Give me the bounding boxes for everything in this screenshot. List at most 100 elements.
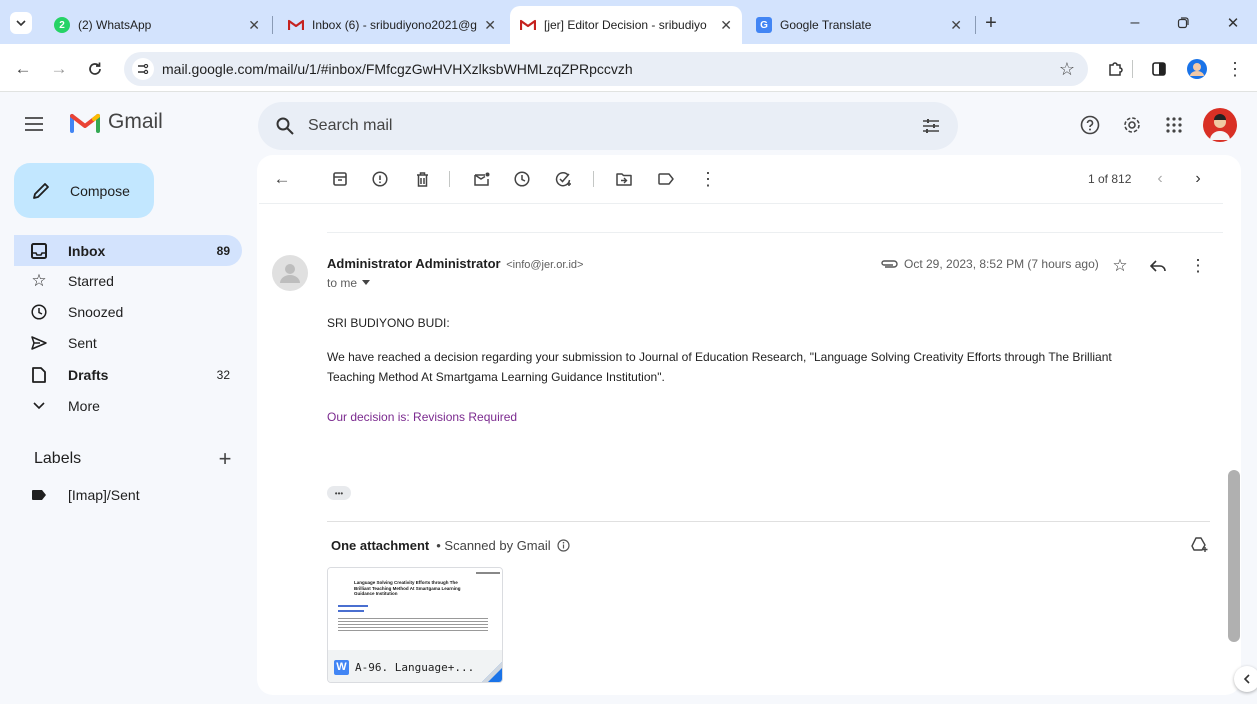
newer-button[interactable]: ‹	[1148, 167, 1172, 191]
extensions-button[interactable]	[1104, 58, 1126, 80]
minimize-icon: –	[1130, 14, 1140, 31]
preview-link-line	[338, 604, 368, 607]
label-outline-icon	[658, 173, 674, 185]
sidebar-item-drafts[interactable]: Drafts 32	[14, 359, 242, 390]
message-more-button[interactable]: ⋮	[1186, 254, 1210, 278]
close-window-button[interactable]: ✕	[1222, 12, 1244, 34]
sidebar-item-more[interactable]: More	[14, 390, 242, 421]
tab-inbox[interactable]: Inbox (6) - sribudiyono2021@g ✕	[278, 6, 506, 44]
tab-whatsapp[interactable]: 2 (2) WhatsApp ✕	[44, 6, 270, 44]
preview-text-line	[338, 623, 488, 625]
account-avatar[interactable]	[1203, 108, 1237, 142]
reload-button[interactable]	[84, 58, 106, 80]
side-panel-toggle[interactable]	[1234, 666, 1257, 692]
archive-icon	[333, 172, 347, 186]
unread-count: 89	[216, 243, 230, 258]
new-tab-button[interactable]: +	[980, 12, 1002, 34]
tab-search-button[interactable]	[10, 12, 32, 34]
more-vert-icon: ⋮	[1226, 58, 1244, 79]
back-button[interactable]: ←	[12, 58, 34, 80]
tab-google-translate[interactable]: G Google Translate ✕	[746, 6, 972, 44]
tab-divider	[272, 16, 273, 34]
search-options-icon[interactable]	[922, 118, 940, 134]
puzzle-icon	[1109, 62, 1123, 76]
sidebar-label-imap-sent[interactable]: [Imap]/Sent	[14, 479, 242, 510]
show-trimmed-content-button[interactable]: •••	[327, 486, 351, 500]
sidebar-item-snoozed[interactable]: Snoozed	[14, 296, 242, 327]
info-icon[interactable]	[557, 539, 570, 552]
chevron-left-icon	[1243, 674, 1250, 684]
body-line-1: We have reached a decision regarding you…	[327, 350, 1112, 364]
tab-editor-decision[interactable]: [jer] Editor Decision - sribudiyo ✕	[510, 6, 742, 44]
search-input[interactable]: Search mail	[308, 117, 392, 135]
sender-line: Administrator Administrator <info@jer.or…	[327, 256, 583, 271]
main-menu-button[interactable]	[22, 112, 46, 136]
compose-button[interactable]: Compose	[14, 163, 154, 218]
add-to-tasks-button[interactable]	[552, 167, 576, 191]
side-panel-button[interactable]	[1148, 58, 1170, 80]
star-message-button[interactable]: ☆	[1108, 254, 1132, 278]
tab-title: [jer] Editor Decision - sribudiyo	[544, 18, 707, 32]
address-bar[interactable]: mail.google.com/mail/u/1/#inbox/FMfcgzGw…	[124, 52, 1088, 86]
more-vert-icon: ⋮	[1189, 256, 1207, 275]
close-icon[interactable]: ✕	[720, 17, 732, 34]
delete-button[interactable]	[410, 167, 434, 191]
site-info-icon[interactable]	[132, 58, 154, 80]
mark-unread-button[interactable]	[470, 167, 494, 191]
archive-button[interactable]	[328, 167, 352, 191]
toolbar-divider	[1132, 60, 1133, 78]
search-icon[interactable]	[276, 117, 294, 135]
search-bar[interactable]: Search mail	[258, 102, 958, 150]
labels-button[interactable]	[654, 167, 678, 191]
profile-button[interactable]	[1186, 58, 1208, 80]
attachment-divider	[327, 521, 1210, 522]
bookmark-star-button[interactable]: ☆	[1056, 58, 1078, 80]
move-to-button[interactable]	[612, 167, 636, 191]
support-button[interactable]	[1078, 113, 1102, 137]
sender-name[interactable]: Administrator Administrator	[327, 256, 501, 271]
attachment-card[interactable]: Language Solving Creativity Efforts thro…	[327, 567, 503, 683]
close-icon[interactable]: ✕	[248, 17, 260, 34]
older-button[interactable]: ›	[1186, 167, 1210, 191]
attachment-heading: One attachment	[331, 538, 430, 553]
mark-unread-icon	[474, 172, 490, 186]
date-text: Oct 29, 2023, 8:52 PM (7 hours ago)	[904, 257, 1099, 271]
arrow-left-icon: ←	[14, 59, 32, 78]
restore-button[interactable]	[1172, 12, 1194, 34]
clock-icon	[514, 171, 530, 187]
report-spam-button[interactable]	[368, 167, 392, 191]
reply-button[interactable]	[1146, 254, 1170, 278]
to-line: to me	[327, 276, 358, 290]
sidebar-item-label: [Imap]/Sent	[68, 486, 140, 503]
plus-icon: +	[218, 446, 232, 471]
minimize-button[interactable]: –	[1124, 12, 1146, 34]
sidebar-item-starred[interactable]: ☆ Starred	[14, 265, 242, 296]
sidebar-item-sent[interactable]: Sent	[14, 327, 242, 358]
sidebar-item-inbox[interactable]: Inbox 89	[14, 235, 242, 266]
add-to-drive-button[interactable]	[1188, 533, 1212, 557]
browser-menu-button[interactable]: ⋮	[1224, 58, 1246, 80]
gmail-logo[interactable]: Gmail	[70, 110, 163, 134]
preview-text-line	[338, 626, 488, 628]
snooze-button[interactable]	[510, 167, 534, 191]
sender-avatar[interactable]	[272, 255, 308, 291]
attachment-clip-icon	[881, 260, 898, 268]
settings-button[interactable]	[1120, 113, 1144, 137]
tab-title: Google Translate	[780, 18, 872, 32]
gmail-logo-text: Gmail	[108, 110, 163, 133]
draft-count: 32	[216, 367, 230, 382]
recipient-details-toggle[interactable]: to me	[327, 276, 371, 290]
sidebar-item-label: Sent	[68, 334, 97, 351]
scrollbar-thumb[interactable]	[1228, 470, 1240, 642]
close-icon[interactable]: ✕	[950, 17, 962, 34]
forward-button[interactable]: →	[48, 58, 70, 80]
create-label-button[interactable]: +	[214, 446, 236, 471]
close-icon[interactable]: ✕	[484, 17, 496, 34]
help-icon	[1080, 115, 1100, 135]
preview-link-line	[338, 609, 364, 612]
back-to-inbox-button[interactable]: ←	[270, 167, 294, 191]
trash-icon	[416, 171, 428, 187]
more-actions-button[interactable]: ⋮	[696, 167, 720, 191]
google-apps-button[interactable]	[1162, 113, 1186, 137]
restore-icon	[1177, 17, 1189, 29]
